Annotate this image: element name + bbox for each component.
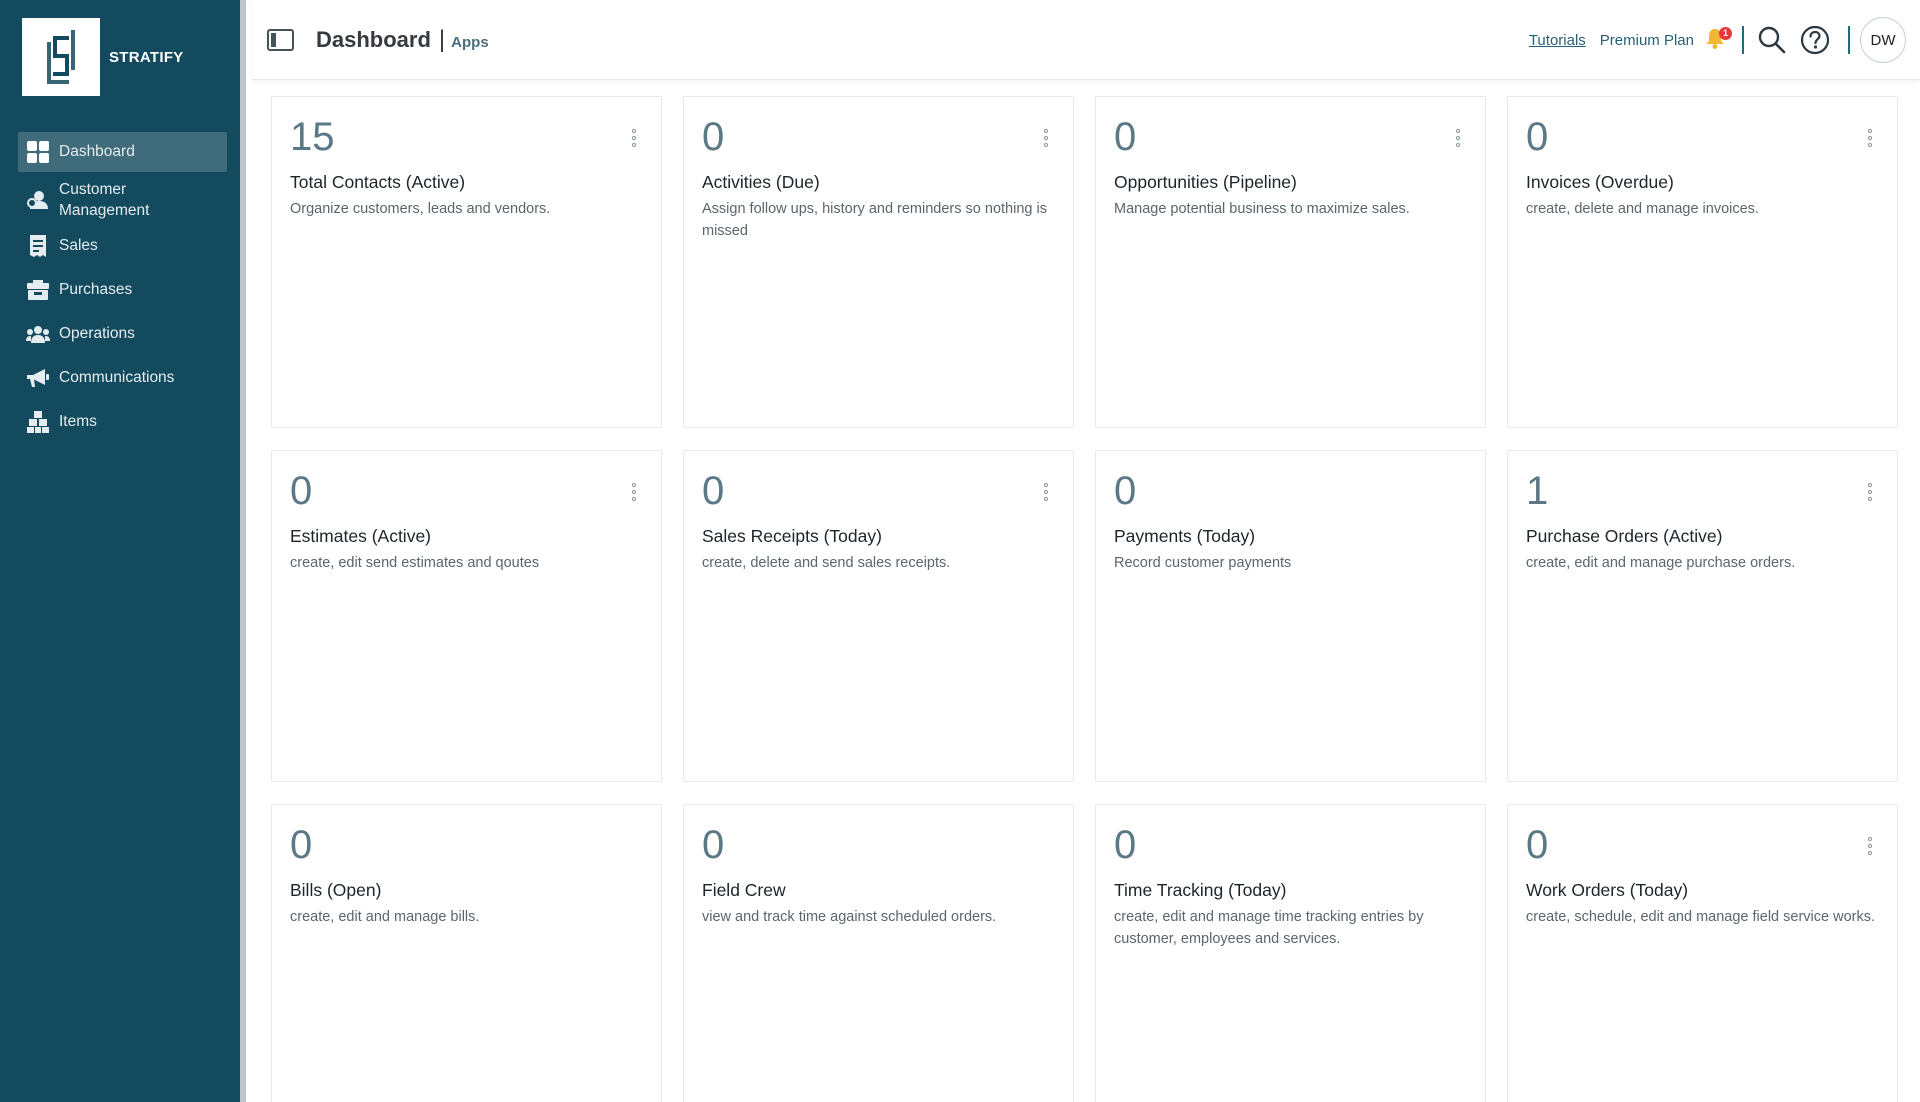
card-count: 0 — [290, 823, 313, 867]
card-title: Invoices (Overdue) — [1526, 172, 1674, 192]
help-icon — [1800, 25, 1830, 55]
card-description: create, delete and manage invoices. — [1526, 201, 1759, 217]
apps-link[interactable]: Apps — [451, 34, 489, 51]
card-description: Record customer payments — [1114, 555, 1292, 571]
card-count: 0 — [1526, 823, 1549, 867]
card-description: create, edit send estimates and qoutes — [290, 555, 540, 571]
card-count: 0 — [702, 469, 725, 513]
card-count: 0 — [1114, 823, 1137, 867]
card-menu-button[interactable] — [631, 129, 637, 147]
search-button[interactable] — [1758, 26, 1786, 54]
sidebar-nav: Dashboard Customer Management Sales Purc… — [18, 132, 227, 446]
sidebar-toggle-button[interactable] — [267, 28, 294, 51]
sidebar-item-purchases[interactable]: Purchases — [18, 270, 227, 310]
card-field-crew[interactable]: 0 Field Crew view and track time against… — [683, 804, 1074, 1102]
sidebar-item-label: Sales — [59, 237, 98, 254]
items-icon — [26, 411, 50, 433]
card-menu-button[interactable] — [1867, 483, 1873, 501]
card-description: create, schedule, edit and manage field … — [1526, 909, 1875, 925]
card-title: Sales Receipts (Today) — [702, 526, 882, 546]
sidebar-item-operations[interactable]: Operations — [18, 314, 227, 354]
card-invoices[interactable]: 0 Invoices (Overdue) create, delete and … — [1507, 96, 1898, 428]
card-time-tracking[interactable]: 0 Time Tracking (Today) create, edit and… — [1095, 804, 1486, 1102]
card-description: create, delete and send sales receipts. — [702, 555, 951, 571]
sidebar-item-customer-management[interactable]: Customer Management — [18, 176, 227, 224]
card-menu-button[interactable] — [1043, 483, 1049, 501]
page-title: Dashboard — [316, 26, 431, 52]
sidebar-item-sales[interactable]: Sales — [18, 226, 227, 266]
sidebar-item-label: Customer Management — [59, 181, 150, 219]
card-opportunities[interactable]: 0 Opportunities (Pipeline) Manage potent… — [1095, 96, 1486, 428]
dashboard-icon — [26, 141, 50, 163]
card-title: Time Tracking (Today) — [1114, 880, 1287, 900]
card-activities[interactable]: 0 Activities (Due) Assign follow ups, hi… — [683, 96, 1074, 428]
card-bills[interactable]: 0 Bills (Open) create, edit and manage b… — [271, 804, 662, 1102]
brand-logo[interactable]: STRATIFY — [22, 18, 184, 96]
card-menu-button[interactable] — [1043, 129, 1049, 147]
sidebar-item-dashboard[interactable]: Dashboard — [18, 132, 227, 172]
card-description: create, edit and manage time tracking en… — [1114, 909, 1424, 947]
brand-name: STRATIFY — [109, 48, 184, 66]
header-divider — [1848, 26, 1850, 54]
sidebar: STRATIFY Dashboard Customer Management S… — [0, 0, 246, 1102]
card-sales-receipts[interactable]: 0 Sales Receipts (Today) create, delete … — [683, 450, 1074, 782]
card-menu-button[interactable] — [631, 483, 637, 501]
card-work-orders[interactable]: 0 Work Orders (Today) create, schedule, … — [1507, 804, 1898, 1102]
customer-icon — [26, 189, 50, 211]
sidebar-item-communications[interactable]: Communications — [18, 358, 227, 398]
card-count: 0 — [1114, 469, 1137, 513]
search-icon — [1758, 26, 1786, 54]
card-description: Assign follow ups, history and reminders… — [702, 201, 1047, 239]
tutorials-link[interactable]: Tutorials — [1529, 32, 1586, 49]
notification-badge: 1 — [1719, 27, 1732, 40]
card-description: Organize customers, leads and vendors. — [290, 201, 551, 217]
card-title: Activities (Due) — [702, 172, 820, 192]
card-title: Total Contacts (Active) — [290, 172, 466, 192]
card-count: 0 — [290, 469, 313, 513]
sidebar-item-items[interactable]: Items — [18, 402, 227, 442]
sidebar-item-label: Communications — [59, 369, 175, 386]
sidebar-item-label: Items — [59, 413, 97, 430]
card-description: create, edit and manage bills. — [290, 909, 480, 925]
card-payments[interactable]: 0 Payments (Today) Record customer payme… — [1095, 450, 1486, 782]
card-menu-button[interactable] — [1867, 129, 1873, 147]
header-actions: Tutorials Premium Plan 1 DW — [1529, 0, 1906, 80]
card-title: Payments (Today) — [1114, 526, 1256, 546]
user-avatar[interactable]: DW — [1860, 17, 1906, 63]
card-description: create, edit and manage purchase orders. — [1526, 555, 1796, 571]
card-title: Bills (Open) — [290, 880, 382, 900]
card-count: 15 — [290, 115, 335, 159]
card-menu-button[interactable] — [1455, 129, 1461, 147]
help-button[interactable] — [1800, 25, 1830, 55]
card-count: 1 — [1526, 469, 1549, 513]
card-title: Estimates (Active) — [290, 526, 431, 546]
megaphone-icon — [26, 367, 50, 389]
top-header: Dashboard | Apps Tutorials Premium Plan … — [252, 0, 1920, 80]
logo-icon — [22, 18, 100, 96]
header-divider — [1742, 26, 1744, 54]
sidebar-item-label: Operations — [59, 325, 135, 342]
card-count: 0 — [702, 115, 725, 159]
card-total-contacts[interactable]: 15 Total Contacts (Active) Organize cust… — [271, 96, 662, 428]
sales-icon — [26, 235, 50, 257]
card-purchase-orders[interactable]: 1 Purchase Orders (Active) create, edit … — [1507, 450, 1898, 782]
card-title: Purchase Orders (Active) — [1526, 526, 1723, 546]
card-title: Work Orders (Today) — [1526, 880, 1689, 900]
card-estimates[interactable]: 0 Estimates (Active) create, edit send e… — [271, 450, 662, 782]
sidebar-item-label: Purchases — [59, 281, 133, 298]
card-title: Field Crew — [702, 880, 786, 900]
card-count: 0 — [1526, 115, 1549, 159]
card-description: Manage potential business to maximize sa… — [1114, 201, 1410, 217]
card-menu-button[interactable] — [1867, 837, 1873, 855]
card-title: Opportunities (Pipeline) — [1114, 172, 1297, 192]
card-count: 0 — [702, 823, 725, 867]
card-description: view and track time against scheduled or… — [702, 909, 997, 925]
purchases-icon — [26, 279, 50, 301]
premium-plan-link[interactable]: Premium Plan — [1600, 32, 1694, 49]
notifications-button[interactable]: 1 — [1706, 27, 1732, 51]
title-separator: | — [438, 25, 446, 53]
card-count: 0 — [1114, 115, 1137, 159]
sidebar-item-label: Dashboard — [59, 143, 135, 160]
operations-icon — [26, 323, 50, 345]
